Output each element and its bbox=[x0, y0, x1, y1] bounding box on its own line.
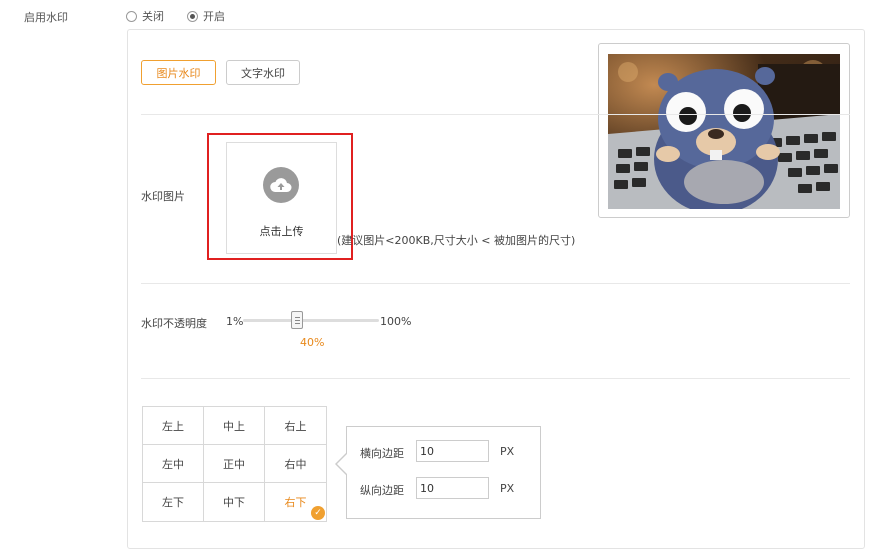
radio-off-circle[interactable] bbox=[126, 10, 137, 22]
position-bottom-right[interactable]: 右下 ✓ bbox=[265, 483, 327, 522]
position-top-left[interactable]: 左上 bbox=[143, 407, 204, 445]
radio-on[interactable]: 开启 bbox=[187, 8, 225, 24]
position-top-right[interactable]: 右上 bbox=[265, 407, 327, 445]
position-grid: 左上 中上 右上 左中 正中 右中 左下 中下 右下 ✓ bbox=[142, 406, 327, 522]
upload-hint: (建议图片<200KB,尺寸大小 < 被加图片的尺寸) bbox=[337, 234, 576, 247]
radio-off-label: 关闭 bbox=[142, 10, 164, 23]
position-top-center[interactable]: 中上 bbox=[204, 407, 265, 445]
divider-3 bbox=[141, 378, 850, 379]
position-bottom-center[interactable]: 中下 bbox=[204, 483, 265, 522]
position-middle-left[interactable]: 左中 bbox=[143, 445, 204, 483]
radio-off[interactable]: 关闭 bbox=[126, 8, 164, 24]
slider-max-label: 100% bbox=[380, 315, 412, 328]
highlight-frame bbox=[207, 133, 353, 260]
opacity-row-label: 水印不透明度 bbox=[141, 317, 207, 330]
slider-min-label: 1% bbox=[226, 315, 244, 328]
position-center[interactable]: 正中 bbox=[204, 445, 265, 483]
position-bottom-right-label: 右下 bbox=[284, 496, 307, 509]
image-row-label: 水印图片 bbox=[141, 190, 185, 203]
tab-image-watermark[interactable]: 图片水印 bbox=[141, 60, 216, 85]
radio-on-label: 开启 bbox=[203, 10, 225, 23]
opacity-slider-handle[interactable] bbox=[291, 311, 303, 329]
horizontal-margin-input[interactable] bbox=[416, 440, 489, 462]
popover-arrow-fill bbox=[337, 454, 347, 474]
preview-image bbox=[608, 54, 840, 209]
divider-2 bbox=[141, 283, 850, 284]
opacity-slider-track[interactable] bbox=[243, 319, 379, 322]
radio-on-circle[interactable] bbox=[187, 10, 198, 22]
divider-1 bbox=[141, 114, 850, 115]
vertical-margin-label: 纵向边距 bbox=[360, 484, 404, 497]
check-icon: ✓ bbox=[311, 506, 325, 520]
watermark-toggle-label: 启用水印 bbox=[24, 11, 68, 24]
vertical-margin-input[interactable] bbox=[416, 477, 489, 499]
vertical-margin-unit: PX bbox=[500, 482, 515, 495]
opacity-value: 40% bbox=[300, 336, 325, 349]
position-bottom-left[interactable]: 左下 bbox=[143, 483, 204, 522]
tab-text-watermark[interactable]: 文字水印 bbox=[226, 60, 300, 85]
horizontal-margin-label: 横向边距 bbox=[360, 447, 404, 460]
horizontal-margin-unit: PX bbox=[500, 445, 515, 458]
position-middle-right[interactable]: 右中 bbox=[265, 445, 327, 483]
